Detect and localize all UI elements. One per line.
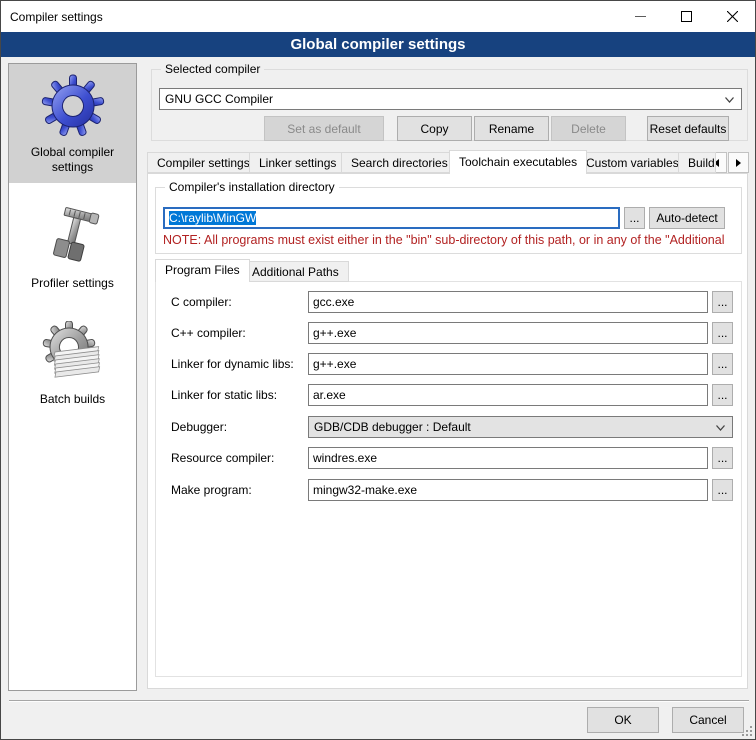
close-button[interactable] <box>709 1 755 32</box>
debugger-dropdown[interactable]: GDB/CDB debugger : Default <box>308 416 733 438</box>
ok-button[interactable]: OK <box>587 707 659 733</box>
rename-button[interactable]: Rename <box>474 116 549 141</box>
selected-compiler-value: GNU GCC Compiler <box>165 92 273 106</box>
copy-button[interactable]: Copy <box>397 116 472 141</box>
tab-custom-variables[interactable]: Custom variables <box>576 152 689 173</box>
resource-compiler-label: Resource compiler: <box>171 447 274 469</box>
window-title: Compiler settings <box>1 10 103 24</box>
sidebar-item-profiler-settings[interactable]: Profiler settings <box>9 195 136 299</box>
minimize-icon <box>635 11 646 22</box>
debugger-value: GDB/CDB debugger : Default <box>314 420 471 434</box>
tab-search-directories[interactable]: Search directories <box>341 152 458 173</box>
sidebar-item-batch-builds[interactable]: Batch builds <box>9 311 136 415</box>
sidebar-item-label: Profiler settings <box>31 276 114 291</box>
selected-compiler-group: Selected compiler GNU GCC Compiler Set a… <box>151 69 748 141</box>
compiler-actions-row: Set as default Copy Rename Delete Reset … <box>159 116 742 141</box>
selected-compiler-dropdown[interactable]: GNU GCC Compiler <box>159 88 742 110</box>
group-legend: Selected compiler <box>161 62 264 76</box>
sidebar-item-global-compiler-settings[interactable]: Global compiler settings <box>9 64 136 183</box>
minimize-button[interactable] <box>617 1 663 32</box>
maximize-button[interactable] <box>663 1 709 32</box>
resize-grip[interactable] <box>742 726 752 736</box>
titlebar[interactable]: Compiler settings <box>1 1 755 32</box>
c-compiler-input[interactable] <box>308 291 708 313</box>
blue-gear-icon <box>41 74 105 138</box>
sidebar-spacer <box>9 183 136 195</box>
program-files-page: C compiler: ... C++ compiler: ... Linker… <box>155 281 742 677</box>
toolchain-executables-panel: Compiler's installation directory C:\ray… <box>147 173 748 689</box>
dynamic-linker-input[interactable] <box>308 353 708 375</box>
resource-compiler-input[interactable] <box>308 447 708 469</box>
tab-scroll-right-button[interactable] <box>728 152 749 173</box>
make-program-browse-button[interactable]: ... <box>712 479 733 501</box>
tab-toolchain-executables[interactable]: Toolchain executables <box>449 150 587 174</box>
delete-button[interactable]: Delete <box>551 116 626 141</box>
chevron-right-icon <box>736 159 741 167</box>
debugger-label: Debugger: <box>171 416 227 438</box>
maximize-icon <box>681 11 692 22</box>
subtab-additional-paths[interactable]: Additional Paths <box>242 261 349 282</box>
group-legend: Compiler's installation directory <box>165 180 339 194</box>
static-linker-browse-button[interactable]: ... <box>712 384 733 406</box>
main-tabstrip: Compiler settings Linker settings Search… <box>147 150 749 174</box>
sidebar-item-label: Global compiler settings <box>11 145 134 175</box>
close-icon <box>727 11 738 22</box>
caption-buttons <box>617 1 755 32</box>
sidebar-item-label: Batch builds <box>40 392 105 407</box>
compiler-settings-dialog: Compiler settings Global compiler settin… <box>0 0 756 740</box>
subtab-program-files[interactable]: Program Files <box>155 259 250 282</box>
cpp-compiler-input[interactable] <box>308 322 708 344</box>
static-linker-input[interactable] <box>308 384 708 406</box>
program-files-tabstrip: Program Files Additional Paths <box>155 259 742 282</box>
cpp-compiler-browse-button[interactable]: ... <box>712 322 733 344</box>
chevron-down-icon <box>716 425 725 431</box>
make-program-label: Make program: <box>171 479 252 501</box>
tab-linker-settings[interactable]: Linker settings <box>249 152 346 173</box>
sidebar-spacer <box>9 299 136 311</box>
footer-divider <box>9 700 749 702</box>
set-as-default-button[interactable]: Set as default <box>264 116 384 141</box>
install-dir-group: Compiler's installation directory C:\ray… <box>155 187 742 254</box>
auto-detect-button[interactable]: Auto-detect <box>649 207 725 229</box>
gray-gear-stack-icon <box>41 321 105 385</box>
c-compiler-browse-button[interactable]: ... <box>712 291 733 313</box>
chevron-down-icon <box>725 97 734 103</box>
bin-subdirectory-note: NOTE: All programs must exist either in … <box>163 233 738 247</box>
tab-compiler-settings[interactable]: Compiler settings <box>147 152 260 173</box>
install-dir-selected-text: C:\raylib\MinGW <box>169 211 256 225</box>
install-dir-input[interactable]: C:\raylib\MinGW <box>163 207 620 229</box>
cancel-button[interactable]: Cancel <box>672 707 744 733</box>
cpp-compiler-label: C++ compiler: <box>171 322 246 344</box>
resource-compiler-browse-button[interactable]: ... <box>712 447 733 469</box>
c-compiler-label: C compiler: <box>171 291 232 313</box>
install-dir-browse-button[interactable]: ... <box>624 207 645 229</box>
make-program-input[interactable] <box>308 479 708 501</box>
tab-build-options[interactable]: Build <box>678 152 716 173</box>
static-linker-label: Linker for static libs: <box>171 384 277 406</box>
page-title: Global compiler settings <box>1 32 755 57</box>
dynamic-linker-label: Linker for dynamic libs: <box>171 353 294 375</box>
settings-category-list: Global compiler settings Profiler settin… <box>8 63 137 691</box>
caliper-icon <box>41 205 105 269</box>
dynamic-linker-browse-button[interactable]: ... <box>712 353 733 375</box>
reset-defaults-button[interactable]: Reset defaults <box>647 116 729 141</box>
